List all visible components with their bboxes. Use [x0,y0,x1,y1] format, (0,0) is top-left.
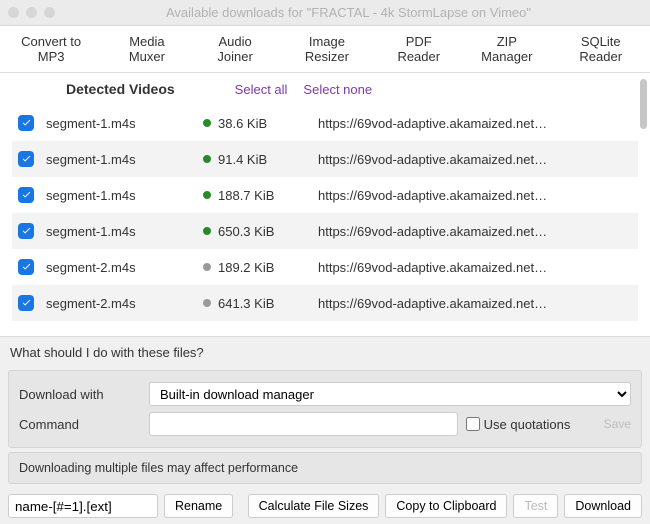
row-size: 91.4 KiB [218,152,318,167]
videos-list: Detected Videos Select all Select none s… [0,73,650,337]
row-url: https://69vod-adaptive.akamaized.net… [318,188,632,203]
row-filename: segment-1.m4s [46,116,196,131]
command-input[interactable] [149,412,458,436]
status-icon [196,155,218,163]
zoom-icon[interactable] [44,7,55,18]
filename-pattern-input[interactable] [8,494,158,518]
table-row[interactable]: segment-1.m4s 188.7 KiBhttps://69vod-adap… [12,177,638,213]
row-filename: segment-1.m4s [46,188,196,203]
toolbar-audio-joiner[interactable]: Audio Joiner [192,26,279,72]
table-row[interactable]: segment-2.m4s 189.2 KiBhttps://69vod-adap… [12,249,638,285]
row-size: 38.6 KiB [218,116,318,131]
test-button[interactable]: Test [513,494,558,518]
row-url: https://69vod-adaptive.akamaized.net… [318,116,632,131]
status-icon [196,227,218,235]
row-checkbox[interactable] [18,115,34,131]
row-filename: segment-2.m4s [46,296,196,311]
toolbar-convert-mp3[interactable]: Convert to MP3 [0,26,102,72]
table-row[interactable]: segment-1.m4s 91.4 KiBhttps://69vod-adapt… [12,141,638,177]
row-filename: segment-1.m4s [46,152,196,167]
table-row[interactable]: segment-1.m4s 650.3 KiBhttps://69vod-adap… [12,213,638,249]
row-checkbox[interactable] [18,151,34,167]
status-icon [196,299,218,307]
row-checkbox[interactable] [18,295,34,311]
close-icon[interactable] [8,7,19,18]
download-with-label: Download with [19,387,149,402]
warning-text: Downloading multiple files may affect pe… [19,461,298,475]
download-panel: Download with Built-in download manager … [8,370,642,448]
minimize-icon[interactable] [26,7,37,18]
download-button[interactable]: Download [564,494,642,518]
status-icon [196,263,218,271]
list-header: Detected Videos Select all Select none [12,73,638,105]
select-all-link[interactable]: Select all [235,82,288,97]
download-with-select[interactable]: Built-in download manager [149,382,631,406]
row-url: https://69vod-adaptive.akamaized.net… [318,260,632,275]
bottom-bar: Rename Calculate File Sizes Copy to Clip… [0,488,650,524]
toolbar: Convert to MP3 Media Muxer Audio Joiner … [0,26,650,73]
row-checkbox[interactable] [18,187,34,203]
row-checkbox[interactable] [18,259,34,275]
copy-clipboard-button[interactable]: Copy to Clipboard [385,494,507,518]
row-filename: segment-1.m4s [46,224,196,239]
save-button[interactable]: Save [604,417,631,431]
use-quotations-checkbox[interactable]: Use quotations [466,417,596,432]
calculate-sizes-button[interactable]: Calculate File Sizes [248,494,380,518]
table-row[interactable]: segment-1.m4s 38.6 KiBhttps://69vod-adapt… [12,105,638,141]
row-filename: segment-2.m4s [46,260,196,275]
row-url: https://69vod-adaptive.akamaized.net… [318,152,632,167]
row-url: https://69vod-adaptive.akamaized.net… [318,224,632,239]
select-none-link[interactable]: Select none [303,82,372,97]
prompt-label: What should I do with these files? [0,337,650,366]
row-url: https://69vod-adaptive.akamaized.net… [318,296,632,311]
table-row[interactable]: segment-2.m4s 641.3 KiBhttps://69vod-adap… [12,285,638,321]
detected-videos-label: Detected Videos [66,81,175,97]
row-size: 188.7 KiB [218,188,318,203]
use-quotations-input[interactable] [466,417,480,431]
titlebar: Available downloads for "FRACTAL - 4k St… [0,0,650,26]
row-size: 641.3 KiB [218,296,318,311]
toolbar-pdf-reader[interactable]: PDF Reader [375,26,462,72]
scrollbar[interactable] [640,79,647,129]
window-controls [8,7,55,18]
toolbar-image-resizer[interactable]: Image Resizer [279,26,376,72]
warning-panel: Downloading multiple files may affect pe… [8,452,642,484]
window-title: Available downloads for "FRACTAL - 4k St… [55,5,642,20]
rename-button[interactable]: Rename [164,494,233,518]
use-quotations-label: Use quotations [484,417,571,432]
status-icon [196,191,218,199]
toolbar-sqlite-reader[interactable]: SQLite Reader [551,26,650,72]
toolbar-zip-manager[interactable]: ZIP Manager [462,26,551,72]
toolbar-media-muxer[interactable]: Media Muxer [102,26,191,72]
row-size: 650.3 KiB [218,224,318,239]
status-icon [196,119,218,127]
row-checkbox[interactable] [18,223,34,239]
row-size: 189.2 KiB [218,260,318,275]
command-label: Command [19,417,149,432]
